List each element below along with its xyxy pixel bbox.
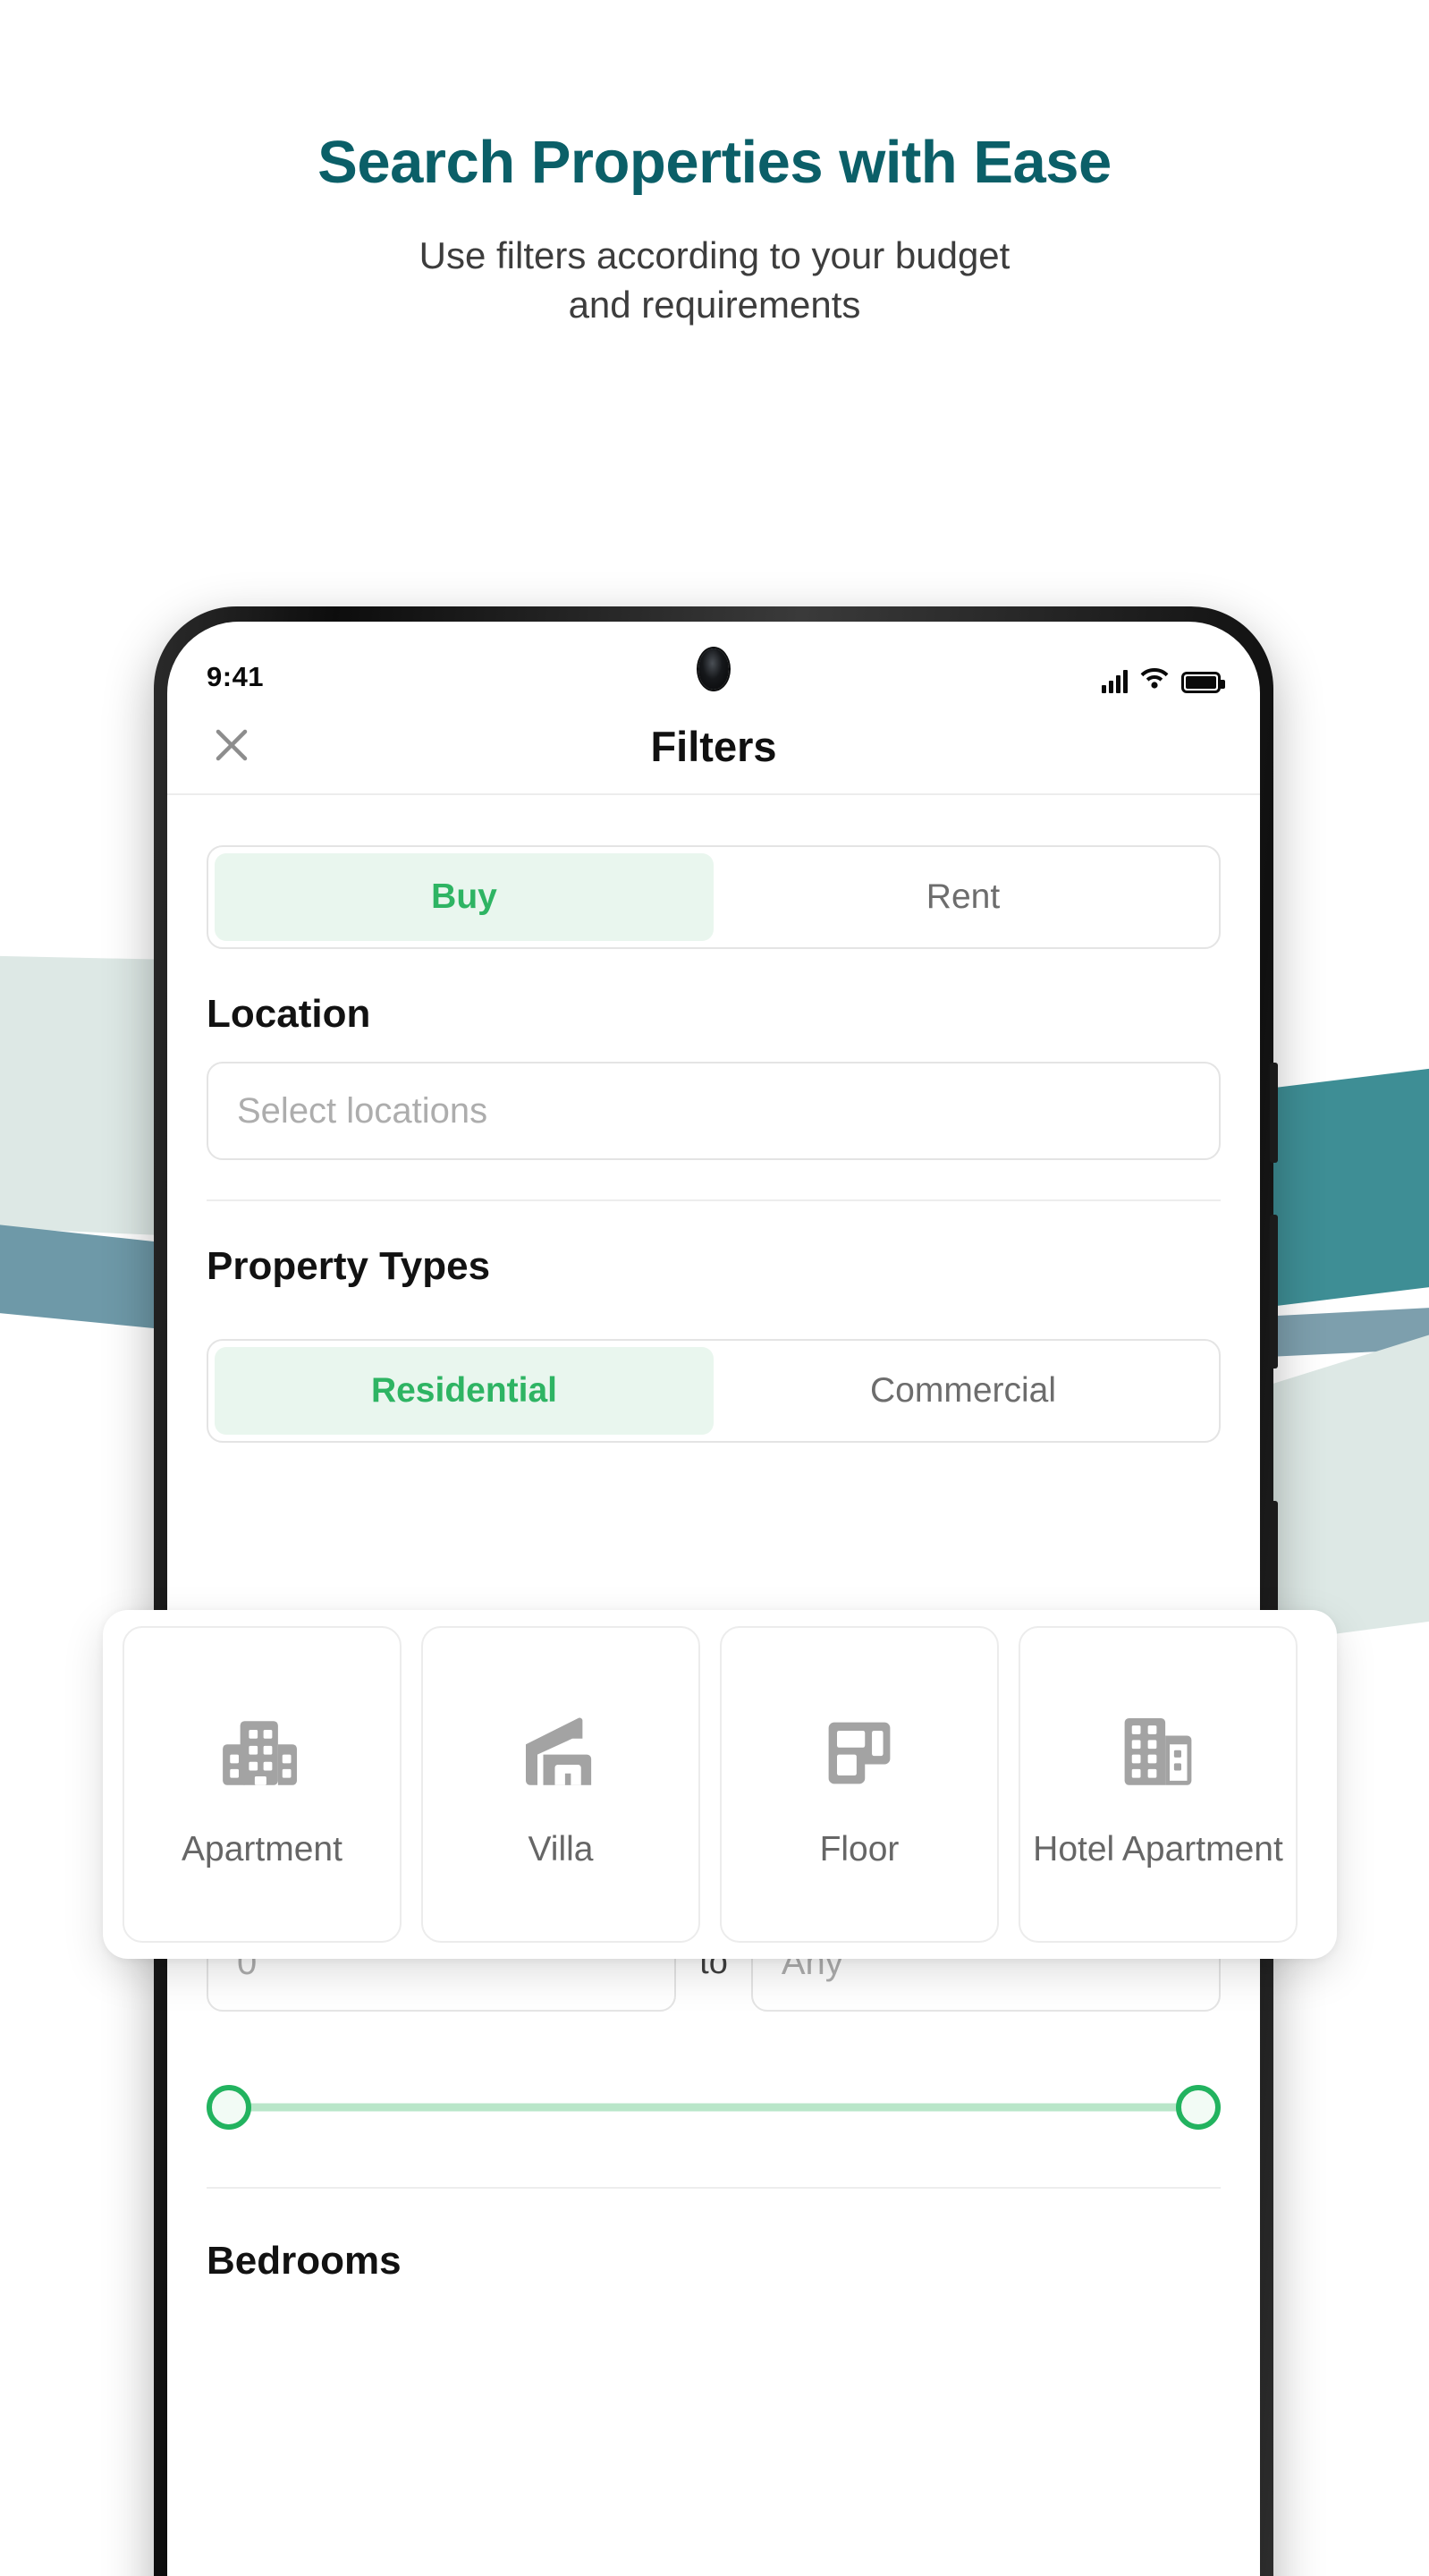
- wifi-icon: [1140, 665, 1169, 693]
- property-category-toggle[interactable]: Residential Commercial: [207, 1339, 1221, 1443]
- phone-screen: 9:41 Filters Buy Rent Location Select lo…: [167, 622, 1260, 2576]
- phone-mockup: 9:41 Filters Buy Rent Location Select lo…: [154, 606, 1278, 2576]
- property-type-card-hotel-apartment[interactable]: Hotel Apartment: [1019, 1626, 1298, 1943]
- phone-volume-up-button[interactable]: [1270, 1215, 1278, 1368]
- status-bar: 9:41: [167, 622, 1260, 699]
- close-button[interactable]: [207, 721, 257, 771]
- property-type-card-villa[interactable]: Villa: [421, 1626, 700, 1943]
- battery-full-icon: [1181, 672, 1225, 693]
- location-label: Location: [207, 992, 371, 1036]
- phone-frame: 9:41 Filters Buy Rent Location Select lo…: [154, 606, 1278, 2576]
- property-type-card-label: Apartment: [182, 1830, 342, 1869]
- phone-mute-button[interactable]: [1270, 1063, 1278, 1163]
- listing-type-toggle[interactable]: Buy Rent: [207, 845, 1221, 949]
- property-category-option-commercial[interactable]: Commercial: [714, 1347, 1213, 1435]
- property-type-card-label: Hotel Apartment: [1033, 1830, 1283, 1869]
- app-header: Filters: [167, 699, 1260, 795]
- property-type-card-label: Villa: [528, 1830, 594, 1869]
- property-type-card-label: Floor: [819, 1830, 900, 1869]
- filters-form: Buy Rent Location Property Types Residen…: [167, 845, 1260, 2284]
- price-slider-max-handle[interactable]: [1176, 2085, 1221, 2130]
- listing-type-option-rent[interactable]: Rent: [714, 853, 1213, 941]
- price-range-slider[interactable]: [207, 2081, 1221, 2133]
- property-type-card-apartment[interactable]: Apartment: [123, 1626, 402, 1943]
- bedrooms-label: Bedrooms: [207, 2239, 402, 2283]
- property-type-cards-panel: Apartment Villa Floor Hotel Apartment: [103, 1610, 1337, 1959]
- section-divider-location: [207, 1199, 1221, 1201]
- screenshot-root: Search Properties with Ease Use filters …: [0, 0, 1429, 2576]
- property-types-label: Property Types: [207, 1244, 491, 1288]
- listing-type-option-buy[interactable]: Buy: [215, 853, 714, 941]
- property-type-card-floor[interactable]: Floor: [720, 1626, 999, 1943]
- villa-house-icon: [514, 1699, 607, 1807]
- hero-text-block: Search Properties with Ease Use filters …: [0, 0, 1429, 329]
- hotel-building-icon: [1112, 1699, 1205, 1807]
- cellular-bars-icon: [1102, 670, 1128, 693]
- status-time: 9:41: [207, 661, 265, 692]
- floor-plan-icon: [815, 1699, 904, 1807]
- page-title: Search Properties with Ease: [317, 129, 1112, 196]
- apartment-building-icon: [216, 1699, 309, 1807]
- close-x-icon: [211, 724, 252, 768]
- location-input[interactable]: [207, 1062, 1221, 1160]
- price-slider-min-handle[interactable]: [207, 2085, 251, 2130]
- price-slider-track: [226, 2103, 1201, 2112]
- property-category-option-residential[interactable]: Residential: [215, 1347, 714, 1435]
- section-divider-price: [207, 2187, 1221, 2189]
- page-subtitle: Use filters according to your budget and…: [419, 234, 1010, 326]
- page-heading: Filters: [650, 722, 777, 770]
- status-icons: [1102, 665, 1225, 693]
